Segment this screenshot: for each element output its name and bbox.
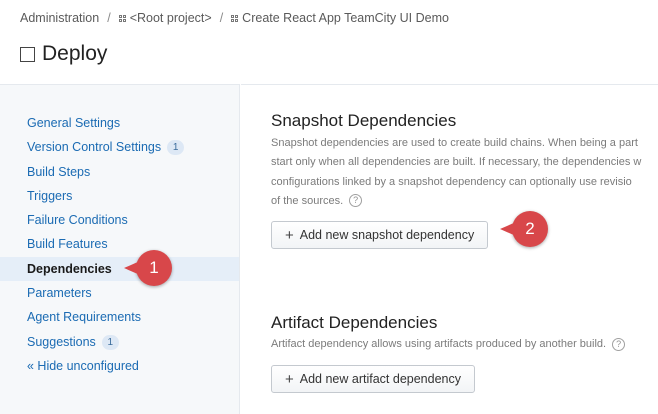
breadcrumb-root-project[interactable]: <Root project> [130,11,212,25]
page-title: Deploy [20,42,107,66]
add-artifact-dependency-button[interactable]: + Add new artifact dependency [271,365,475,393]
sidebar-item-label: Version Control Settings [27,140,162,155]
count-badge: 1 [101,334,119,350]
description-line: of the sources.? [271,192,641,211]
callout-marker-1: 1 [124,250,172,286]
settings-sidebar: General Settings Version Control Setting… [0,84,240,414]
sidebar-item-general-settings[interactable]: General Settings [0,111,239,135]
sidebar-item-parameters[interactable]: Parameters [0,281,239,305]
callout-marker-2: 2 [500,211,548,247]
hide-unconfigured-link[interactable]: « Hide unconfigured [27,359,139,373]
button-label: Add new artifact dependency [299,372,461,386]
build-config-icon [20,46,35,62]
plus-icon: + [285,370,294,388]
breadcrumb-separator: / [219,11,224,25]
artifact-dependencies-description: Artifact dependency allows using artifac… [271,335,626,354]
sidebar-item-label: Build Steps [27,164,91,179]
breadcrumb-administration[interactable]: Administration [20,11,99,25]
sidebar-item-label: Failure Conditions [27,213,128,228]
description-line: Snapshot dependencies are used to create… [271,137,638,149]
sidebar-item-label: Agent Requirements [27,310,141,325]
sidebar-nav: General Settings Version Control Setting… [0,85,239,354]
sidebar-item-suggestions[interactable]: Suggestions 1 [0,330,239,354]
sidebar-item-label: Triggers [27,188,73,203]
sidebar-item-version-control-settings[interactable]: Version Control Settings 1 [0,135,239,159]
help-icon[interactable]: ? [349,194,363,208]
breadcrumb-project[interactable]: Create React App TeamCity UI Demo [242,11,449,25]
project-icon [118,14,126,22]
description-line: configurations linked by a snapshot depe… [271,175,632,188]
help-icon[interactable]: ? [612,337,626,351]
sidebar-item-build-steps[interactable]: Build Steps [0,160,239,184]
page-title-text: Deploy [42,42,108,65]
sidebar-item-label: Dependencies [27,261,112,276]
sidebar-item-label: General Settings [27,116,121,130]
project-icon [231,14,239,22]
sidebar-item-triggers[interactable]: Triggers [0,184,239,208]
sidebar-item-label: Build Features [27,237,108,252]
snapshot-dependencies-description: Snapshot dependencies are used to create… [271,134,641,211]
plus-icon: + [285,226,294,244]
sidebar-item-label: Parameters [27,286,92,301]
artifact-dependencies-heading: Artifact Dependencies [271,313,438,332]
sidebar-item-dependencies[interactable]: Dependencies [0,256,239,282]
button-label: Add new snapshot dependency [299,228,475,242]
sidebar-item-build-features[interactable]: Build Features [0,232,239,256]
main-content: Snapshot Dependencies Snapshot dependenc… [241,84,658,414]
breadcrumb: Administration / <Root project> / Create… [20,11,449,25]
count-badge: 1 [167,140,185,156]
snapshot-dependencies-heading: Snapshot Dependencies [271,111,457,130]
breadcrumb-separator: / [107,11,111,25]
description-line: start only when all dependencies are bui… [271,156,642,169]
sidebar-item-agent-requirements[interactable]: Agent Requirements [0,305,239,329]
add-snapshot-dependency-button[interactable]: + Add new snapshot dependency [271,221,489,249]
sidebar-item-label: Suggestions [27,334,96,349]
sidebar-item-failure-conditions[interactable]: Failure Conditions [0,208,239,232]
